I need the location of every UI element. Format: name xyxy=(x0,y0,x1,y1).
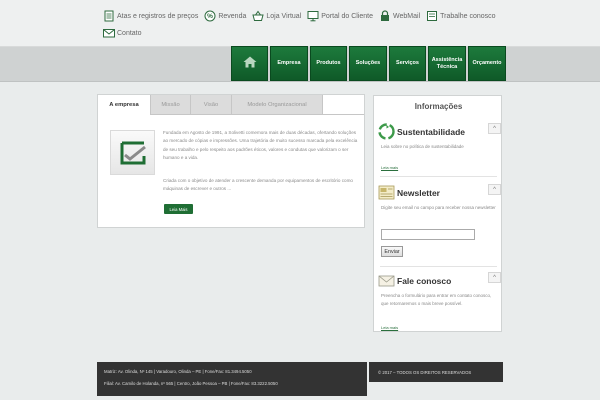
read-more-button[interactable]: Leia Mais xyxy=(164,204,193,214)
company-tab-panel: A empresa Missão Visão Modelo Organizaci… xyxy=(97,94,365,228)
toplink-webmail[interactable]: WebMail xyxy=(379,9,420,23)
toplink-loja-virtual[interactable]: Loja Virtual xyxy=(252,9,301,23)
sustainability-text: Leia sobre no política de sustentabilida… xyxy=(381,144,464,149)
document-icon xyxy=(426,10,438,22)
newsletter-email-input[interactable] xyxy=(381,229,475,240)
sustainability-toggle[interactable]: ^ xyxy=(488,123,501,134)
newsletter-submit-button[interactable]: Enviar xyxy=(381,246,403,257)
company-logo xyxy=(110,130,155,175)
tab-modelo-organizacional[interactable]: Modelo Organizacional xyxy=(232,95,323,115)
envelope-icon xyxy=(378,272,395,289)
nav-produtos[interactable]: Produtos xyxy=(310,46,347,81)
about-paragraph-1: Fundada em Agosto de 1991, a Solivetti c… xyxy=(163,130,358,161)
contact-header: Fale conosco xyxy=(378,272,451,289)
contact-toggle[interactable]: ^ xyxy=(488,272,501,283)
contact-text: Preencha o formulário para entrar em con… xyxy=(381,293,492,306)
info-sidebar: Informações Sustentabilidade ^ Leia sobr… xyxy=(373,95,502,332)
toplink-label: Atas e registros de preços xyxy=(117,12,199,20)
newsletter-toggle[interactable]: ^ xyxy=(488,184,501,195)
toplink-trabalhe-conosco[interactable]: Trabalhe conosco xyxy=(426,9,496,23)
recycle-icon xyxy=(378,123,395,140)
nav-orcamento[interactable]: Orçamento xyxy=(468,46,506,81)
nav-assistencia-tecnica[interactable]: Assistência Técnica xyxy=(428,46,466,81)
lock-icon xyxy=(379,10,391,22)
toplink-revenda[interactable]: % Revenda xyxy=(204,9,246,23)
newsletter-text: Digite seu email no campo para receber n… xyxy=(381,205,496,210)
footer-address-matriz: Matriz: Av. Olinda, Nº 145 | Varadouro, … xyxy=(104,369,252,374)
sustainability-read-more-link[interactable]: Leia mais xyxy=(381,165,398,170)
toplink-label: Contato xyxy=(117,29,142,37)
footer-copyright: © 2017 – TODOS OS DIREITOS RESERVADOS xyxy=(378,370,472,375)
notepad-icon xyxy=(103,10,115,22)
footer-address-filial: Filial: Av. Camilo de Holanda, nº 565 | … xyxy=(104,381,278,386)
toplink-label: Portal do Cliente xyxy=(321,12,374,20)
tab-a-empresa[interactable]: A empresa xyxy=(98,95,151,115)
tab-missao[interactable]: Missão xyxy=(151,95,191,115)
nav-servicos[interactable]: Serviços xyxy=(389,46,426,81)
section-divider xyxy=(380,266,497,267)
toplink-contato[interactable]: Contato xyxy=(103,26,142,40)
toplink-atas[interactable]: Atas e registros de preços xyxy=(103,9,198,23)
main-nav: Empresa Produtos Soluções Serviços Assis… xyxy=(231,46,506,81)
monitor-icon xyxy=(307,10,319,22)
top-links: Atas e registros de preços % Revenda Loj… xyxy=(103,9,523,40)
toplink-label: Trabalhe conosco xyxy=(440,12,496,20)
envelope-icon xyxy=(103,27,115,39)
tab-bar: A empresa Missão Visão Modelo Organizaci… xyxy=(98,95,323,115)
sustainability-header: Sustentabilidade xyxy=(378,123,465,140)
nav-empresa[interactable]: Empresa xyxy=(270,46,308,81)
newsletter-title: Newsletter xyxy=(397,187,440,198)
basket-icon xyxy=(252,10,265,22)
sustainability-title: Sustentabilidade xyxy=(397,126,466,137)
newsletter-icon xyxy=(378,184,395,201)
tab-divider xyxy=(151,114,364,115)
toplink-label: WebMail xyxy=(393,12,421,20)
footer-copyright-box: © 2017 – TODOS OS DIREITOS RESERVADOS xyxy=(369,362,503,382)
footer-addresses: Matriz: Av. Olinda, Nº 145 | Varadouro, … xyxy=(97,362,367,396)
sidebar-title: Informações xyxy=(414,102,463,111)
newsletter-header: Newsletter xyxy=(378,184,440,201)
contact-read-more-link[interactable]: Leia mais xyxy=(381,325,398,330)
svg-text:%: % xyxy=(207,13,213,20)
toplink-label: Revenda xyxy=(218,12,247,20)
percent-tag-icon: % xyxy=(204,10,216,22)
home-icon xyxy=(243,56,257,71)
top-utility-bar: Atas e registros de preços % Revenda Loj… xyxy=(0,0,600,46)
nav-home[interactable] xyxy=(231,46,268,81)
contact-title: Fale conosco xyxy=(397,275,452,286)
toplink-label: Loja Virtual xyxy=(266,12,302,20)
nav-solucoes[interactable]: Soluções xyxy=(349,46,387,81)
toplink-portal-cliente[interactable]: Portal do Cliente xyxy=(307,9,373,23)
section-divider xyxy=(380,176,497,177)
tab-visao[interactable]: Visão xyxy=(191,95,232,115)
about-paragraph-2: Criada com o objetivo de atender a cresc… xyxy=(163,178,353,192)
